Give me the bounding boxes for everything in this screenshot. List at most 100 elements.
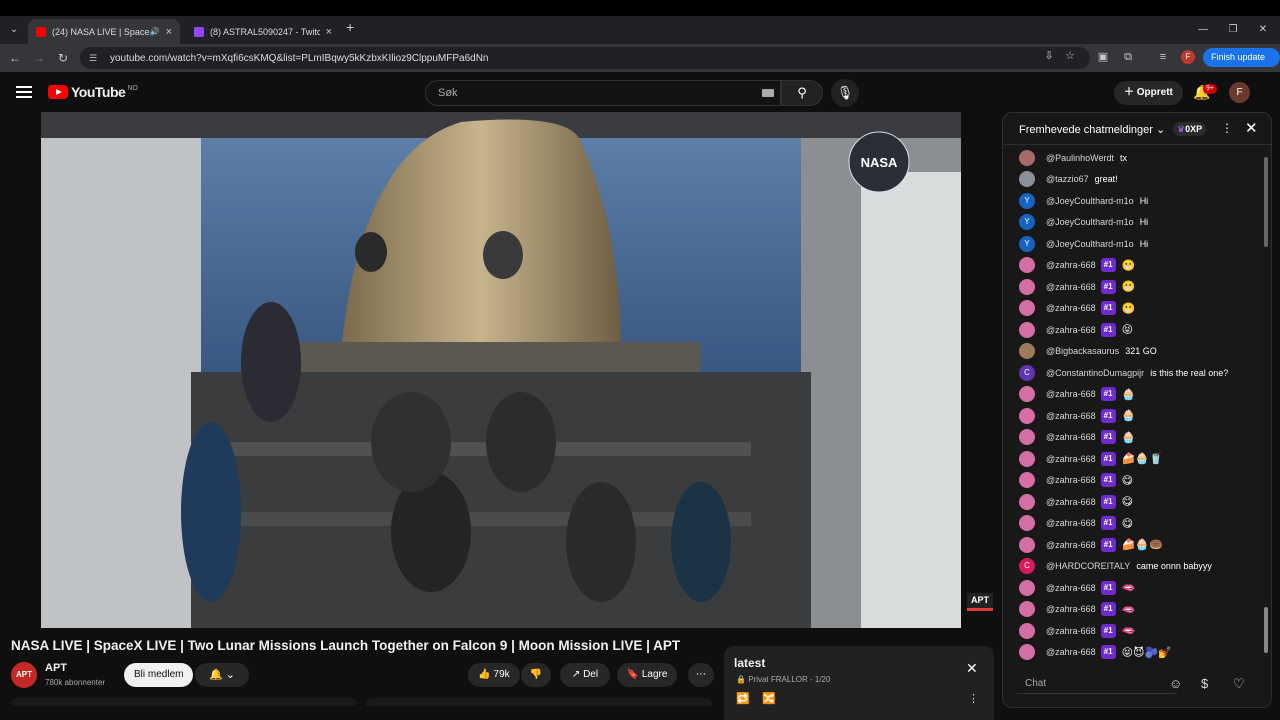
chat-user-avatar[interactable]: C (1019, 364, 1035, 381)
chat-message[interactable]: @zahra-668 #1 😋 (1003, 491, 1263, 513)
chat-username[interactable]: @zahra-668 (1046, 325, 1096, 335)
chat-username[interactable]: @zahra-668 (1046, 260, 1096, 270)
chat-message[interactable]: @zahra-668 #1 😝 (1003, 319, 1263, 341)
url-text[interactable]: youtube.com/watch?v=mXqfi6csKMQ&list=PLm… (110, 53, 489, 64)
chat-user-avatar[interactable] (1019, 579, 1035, 596)
chat-username[interactable]: @zahra-668 (1046, 540, 1096, 550)
chat-message[interactable]: @zahra-668 #1 🫦 (1003, 577, 1263, 599)
chat-message[interactable]: @zahra-668 #1 🍰🧁🍩 (1003, 534, 1263, 556)
like-button[interactable]: 👍 79k (468, 663, 520, 687)
minimize-icon[interactable]: — (1188, 16, 1218, 44)
account-avatar[interactable]: F (1229, 82, 1250, 103)
xp-badge[interactable]: ♛0XP (1173, 122, 1207, 136)
browser-profile-avatar[interactable]: F (1181, 50, 1195, 64)
chat-user-avatar[interactable]: Y (1019, 235, 1035, 252)
chat-mode-selector[interactable]: Fremhevede chatmeldinger ⌄ (1019, 123, 1165, 136)
chat-user-avatar[interactable] (1019, 386, 1035, 403)
chat-username[interactable]: @JoeyCoulthard-m1o (1046, 239, 1134, 249)
chat-message[interactable]: @zahra-668 #1 🧁 (1003, 384, 1263, 406)
channel-avatar[interactable]: APT (11, 662, 37, 688)
close-playlist-icon[interactable]: ✕ (966, 660, 978, 677)
chat-user-avatar[interactable] (1019, 321, 1035, 338)
super-chat-icon[interactable]: $ (1201, 676, 1208, 691)
chat-user-avatar[interactable] (1019, 644, 1035, 661)
chat-username[interactable]: @zahra-668 (1046, 389, 1096, 399)
chat-user-avatar[interactable] (1019, 515, 1035, 532)
chat-message[interactable]: @PaulinhoWerdt tx (1003, 147, 1263, 169)
chat-user-avatar[interactable] (1019, 601, 1035, 618)
chat-user-avatar[interactable] (1019, 149, 1035, 166)
join-button[interactable]: Bli medlem (124, 663, 194, 687)
chat-username[interactable]: @zahra-668 (1046, 303, 1096, 313)
reload-icon[interactable]: ↻ (54, 49, 72, 67)
chat-message[interactable]: @zahra-668 #1 😬 (1003, 276, 1263, 298)
chat-message[interactable]: @zahra-668 #1 😬 (1003, 255, 1263, 277)
shuffle-icon[interactable]: 🔀 (762, 692, 776, 705)
chat-user-avatar[interactable]: Y (1019, 214, 1035, 231)
chat-message[interactable]: Y @JoeyCoulthard-m1o Hi (1003, 212, 1263, 234)
chat-user-avatar[interactable] (1019, 171, 1035, 188)
close-tab-icon[interactable]: × (326, 26, 332, 38)
extensions-puzzle-icon[interactable]: ⧉ (1120, 49, 1136, 65)
chat-user-avatar[interactable] (1019, 536, 1035, 553)
chat-username[interactable]: @PaulinhoWerdt (1046, 153, 1114, 163)
chat-username[interactable]: @zahra-668 (1046, 497, 1096, 507)
chat-message[interactable]: @zahra-668 #1 😋 (1003, 470, 1263, 492)
playlist-title[interactable]: latest (734, 656, 765, 670)
chat-message[interactable]: @zahra-668 #1 🧁 (1003, 405, 1263, 427)
close-tab-icon[interactable]: × (166, 26, 172, 38)
chat-username[interactable]: @zahra-668 (1046, 475, 1096, 485)
chat-username[interactable]: @JoeyCoulthard-m1o (1046, 196, 1134, 206)
chat-message[interactable]: Y @JoeyCoulthard-m1o Hi (1003, 233, 1263, 255)
chat-username[interactable]: @zahra-668 (1046, 282, 1096, 292)
chat-user-avatar[interactable] (1019, 493, 1035, 510)
share-button[interactable]: ↗ Del (560, 663, 610, 687)
site-info-icon[interactable]: ☰ (86, 51, 100, 65)
chat-user-avatar[interactable] (1019, 257, 1035, 274)
forward-icon[interactable]: → (30, 49, 48, 67)
tab-twitch[interactable]: (8) ASTRAL5090247 - Twitch × (186, 19, 340, 44)
chat-input[interactable]: Chat (1017, 674, 1177, 694)
bookmark-star-icon[interactable]: ☆ (1062, 48, 1078, 64)
chat-user-avatar[interactable] (1019, 278, 1035, 295)
chat-username[interactable]: @Bigbackasaurus (1046, 346, 1119, 356)
extension-icon[interactable]: ▣ (1095, 49, 1111, 65)
chat-message[interactable]: @Bigbackasaurus 321 GO (1003, 341, 1263, 363)
keyboard-icon[interactable] (762, 89, 774, 97)
chat-username[interactable]: @zahra-668 (1046, 411, 1096, 421)
chat-username[interactable]: @zahra-668 (1046, 432, 1096, 442)
install-app-icon[interactable]: ⇩ (1041, 48, 1057, 64)
chat-user-avatar[interactable] (1019, 450, 1035, 467)
new-tab-icon[interactable]: + (346, 19, 354, 35)
chat-message[interactable]: @zahra-668 #1 🫦 (1003, 620, 1263, 642)
youtube-logo[interactable]: YouTube NO (48, 84, 138, 100)
chat-user-avatar[interactable] (1019, 300, 1035, 317)
search-button[interactable]: ⚲ (781, 80, 823, 106)
more-actions-button[interactable]: ⋯ (688, 663, 714, 687)
save-button[interactable]: 🔖 Lagre (617, 663, 677, 687)
chat-username[interactable]: @zahra-668 (1046, 647, 1096, 657)
chat-message[interactable]: @zahra-668 #1 😝😈🫐💅 (1003, 642, 1263, 664)
heart-icon[interactable]: ♡ (1233, 676, 1245, 692)
chat-scrollbar[interactable] (1263, 147, 1269, 667)
chat-username[interactable]: @tazzio67 (1046, 174, 1089, 184)
chat-username[interactable]: @zahra-668 (1046, 604, 1096, 614)
emoji-icon[interactable]: ☺ (1169, 676, 1182, 691)
chat-message[interactable]: @zahra-668 #1 🍰🧁🥤 (1003, 448, 1263, 470)
chat-username[interactable]: @zahra-668 (1046, 583, 1096, 593)
chat-user-avatar[interactable] (1019, 622, 1035, 639)
close-window-icon[interactable]: ✕ (1248, 16, 1278, 44)
chat-username[interactable]: @zahra-668 (1046, 454, 1096, 464)
chat-message[interactable]: @zahra-668 #1 🫦 (1003, 599, 1263, 621)
chat-user-avatar[interactable] (1019, 343, 1035, 360)
chat-user-avatar[interactable]: C (1019, 558, 1035, 575)
back-icon[interactable]: ← (6, 49, 24, 67)
chat-message[interactable]: @tazzio67 great! (1003, 169, 1263, 191)
voice-search-button[interactable]: 🎙 (831, 79, 859, 107)
playlist-more-icon[interactable]: ⋮ (968, 692, 979, 705)
chat-username[interactable]: @zahra-668 (1046, 626, 1096, 636)
audio-icon[interactable]: 🔊 (150, 27, 160, 36)
loop-icon[interactable]: 🔁 (736, 692, 750, 705)
chat-username[interactable]: @JoeyCoulthard-m1o (1046, 217, 1134, 227)
chat-more-icon[interactable]: ⋮ (1221, 121, 1233, 135)
